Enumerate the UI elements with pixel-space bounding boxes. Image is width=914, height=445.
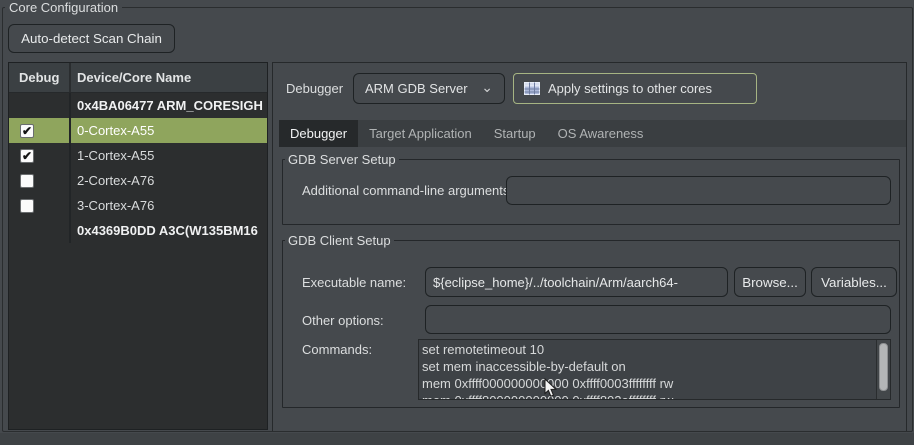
core-configuration-pane: Core Configuration Auto-detect Scan Chai… [0,0,914,445]
tab-target-application[interactable]: Target Application [358,120,483,147]
column-header-debug[interactable]: Debug [9,63,71,92]
table-row-device-0[interactable]: 0x4BA06477 ARM_CORESIGH [9,93,267,118]
tab-os-awareness[interactable]: OS Awareness [547,120,655,147]
tab-debugger[interactable]: Debugger [279,120,358,147]
core-name: 1-Cortex-A55 [71,148,267,163]
table-row-device-1[interactable]: 0x4369B0DD A3C(W135BM16 [9,218,267,243]
tab-startup[interactable]: Startup [483,120,547,147]
debug-checkbox[interactable] [20,174,34,188]
browse-button[interactable]: Browse... [734,267,806,297]
debug-cell [9,93,71,118]
device-name: 0x4369B0DD A3C(W135BM16 [71,223,267,238]
debug-cell [9,193,71,218]
apply-settings-label: Apply settings to other cores [548,81,712,96]
debugger-selected-value: ARM GDB Server [365,81,468,96]
bottom-strip [0,433,914,445]
core-configuration-title: Core Configuration [5,0,122,15]
debug-cell: ✔ [9,118,71,143]
commands-textarea[interactable]: set remotetimeout 10 set mem inaccessibl… [418,339,891,400]
debug-cell: ✔ [9,143,71,168]
executable-name-label: Executable name: [302,275,406,290]
core-name: 0-Cortex-A55 [71,123,267,138]
other-options-label: Other options: [302,313,384,328]
variables-button[interactable]: Variables... [811,267,897,297]
device-name: 0x4BA06477 ARM_CORESIGH [71,98,267,113]
core-table: Debug Device/Core Name 0x4BA06477 ARM_CO… [8,62,268,430]
gdb-server-setup-title: GDB Server Setup [285,152,399,167]
debug-checkbox[interactable]: ✔ [20,149,34,163]
additional-args-label: Additional command-line arguments [302,183,509,198]
gdb-client-setup-title: GDB Client Setup [285,233,394,248]
core-name: 2-Cortex-A76 [71,173,267,188]
debugger-select[interactable]: ARM GDB Server ⌄ [353,73,505,104]
table-row-core-2[interactable]: 2-Cortex-A76 [9,168,267,193]
table-row-core-1[interactable]: ✔ 1-Cortex-A55 [9,143,267,168]
additional-args-input[interactable] [506,176,891,205]
debug-checkbox[interactable] [20,199,34,213]
commands-label: Commands: [302,342,372,357]
scrollbar-thumb[interactable] [879,343,888,391]
commands-scrollbar[interactable] [876,340,890,399]
chevron-down-icon: ⌄ [481,82,493,92]
debug-cell [9,168,71,193]
core-settings-panel: Debugger ARM GDB Server ⌄ Apply settings… [272,62,907,431]
debugger-label: Debugger [286,81,343,96]
column-header-device-core-name[interactable]: Device/Core Name [71,70,267,85]
executable-name-input[interactable] [425,267,728,297]
commands-text: set remotetimeout 10 set mem inaccessibl… [422,341,875,399]
table-icon [524,82,540,95]
autodetect-scan-chain-button[interactable]: Auto-detect Scan Chain [8,24,175,53]
core-name: 3-Cortex-A76 [71,198,267,213]
settings-tab-bar: Debugger Target Application Startup OS A… [279,120,906,147]
table-row-core-3[interactable]: 3-Cortex-A76 [9,193,267,218]
table-row-core-0[interactable]: ✔ 0-Cortex-A55 [9,118,267,143]
other-options-input[interactable] [425,305,891,334]
core-table-header: Debug Device/Core Name [9,63,267,93]
debug-checkbox[interactable]: ✔ [20,124,34,138]
debug-cell [9,218,71,243]
apply-settings-button[interactable]: Apply settings to other cores [513,73,757,104]
